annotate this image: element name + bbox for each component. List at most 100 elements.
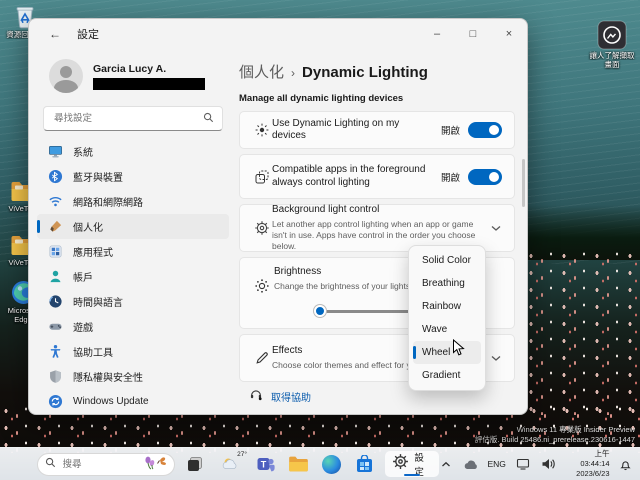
minimize-button[interactable]: – [419,19,455,49]
search-highlight-art [143,454,167,475]
tray-chevron-up-icon[interactable] [439,451,454,478]
sidebar-item-label: Windows Update [73,396,149,407]
update-icon [48,394,63,409]
tray-language[interactable]: ENG [487,459,505,469]
dropdown-item-rainbow[interactable]: Rainbow [413,295,481,318]
clock-icon [48,294,63,309]
sidebar-item-network[interactable]: 網路和網際網路 [37,189,229,214]
sidebar-item-apps[interactable]: 應用程式 [37,239,229,264]
file-explorer-icon[interactable] [287,451,311,478]
sidebar-item-accessibility[interactable]: 協助工具 [37,339,229,364]
gamepad-icon [48,319,63,334]
maximize-button[interactable]: □ [455,19,491,49]
sidebar-item-gaming[interactable]: 遊戲 [37,314,229,339]
dynamic-lighting-toggle[interactable] [468,122,502,138]
desktop-icon-capture[interactable]: 讓人了解擷取 畫面 [586,20,638,70]
sidebar-item-label: 帳戶 [73,269,93,284]
avatar [49,59,83,93]
breadcrumb-parent[interactable]: 個人化 [239,61,284,82]
edge-icon[interactable] [320,451,344,478]
sidebar-item-label: 協助工具 [73,344,113,359]
setting-title: Compatible apps in the foreground always… [272,164,435,189]
toggle-state-label: 開啟 [441,170,460,184]
setting-title: Background light control [272,204,484,217]
slider-thumb[interactable] [314,305,326,317]
sidebar-item-windows-update[interactable]: Windows Update [37,389,229,414]
sidebar-item-bluetooth[interactable]: 藍牙與裝置 [37,164,229,189]
tray-volume-icon[interactable] [539,451,556,478]
compatible-apps-toggle[interactable] [468,169,502,185]
insider-watermark: Windows 11 專業版 Insider Preview 評估版. Buil… [475,425,635,445]
sidebar-item-label: 藍牙與裝置 [73,169,123,184]
watermark-line2: 評估版. Build 25486.ni_prerelease.230616-14… [475,435,635,445]
dropdown-item-label: Breathing [422,278,465,289]
close-button[interactable]: × [491,19,527,49]
tray-display-icon[interactable] [514,451,531,478]
sidebar-item-personalization[interactable]: 個人化 [37,214,229,239]
get-help-link[interactable]: 取得協助 [271,389,311,404]
accessibility-icon [48,344,63,359]
brightness-icon [254,278,272,294]
chevron-down-icon[interactable] [490,353,502,363]
sidebar-item-system[interactable]: 系統 [37,139,229,164]
breadcrumb: 個人化 › Dynamic Lighting [239,61,515,82]
pencil-icon [254,350,272,366]
image-capture-icon [586,20,638,50]
scrollbar[interactable] [522,159,525,207]
desktop-icon-label: 讓人了解擷取 [586,51,638,60]
system-icon [48,144,63,159]
bluetooth-icon [48,169,63,184]
clock-time: 上午 03:44:14 [565,449,610,469]
account-profile[interactable]: Garcia Lucy A. [49,59,225,93]
sidebar-item-label: 時間與語言 [73,294,123,309]
settings-sidebar: Garcia Lucy A. 系統 藍牙與裝置 [29,49,237,415]
sidebar-item-privacy[interactable]: 隱私權與安全性 [37,364,229,389]
tray-clock[interactable]: 上午 03:44:14 2023/6/23 [565,449,610,478]
paintbrush-icon [48,219,63,234]
settings-search-box[interactable] [43,106,223,131]
taskbar-search-box[interactable] [37,453,175,476]
dropdown-item-breathing[interactable]: Breathing [413,272,481,295]
gear-icon [254,220,272,236]
get-help[interactable]: 取得協助 [249,387,311,406]
dropdown-item-wave[interactable]: Wave [413,318,481,341]
taskbar: 27° T 設定 ENG [0,447,640,480]
start-button[interactable] [10,455,28,473]
sidebar-item-label: 應用程式 [73,244,113,259]
weather-temp: 27° [237,451,247,458]
dropdown-item-label: Gradient [422,370,460,381]
sidebar-item-label: 遊戲 [73,319,93,334]
toggle-state-label: 開啟 [441,123,460,137]
headset-icon [249,387,263,406]
watermark-line1: Windows 11 專業版 Insider Preview [475,425,635,435]
effects-dropdown-menu: Solid Color Breathing Rainbow Wave Wheel… [408,245,486,391]
onedrive-cloud-icon[interactable] [462,451,479,478]
sidebar-item-accounts[interactable]: 帳戶 [37,264,229,289]
microsoft-store-icon[interactable] [353,451,377,478]
sidebar-nav: 系統 藍牙與裝置 網路和網際網路 個人化 應用程式 [29,139,237,414]
notification-bell-icon[interactable] [618,451,633,478]
window-controls: – □ × [419,19,527,49]
sidebar-item-time-language[interactable]: 時間與語言 [37,289,229,314]
task-view-button[interactable] [184,451,208,478]
teams-icon[interactable]: T [254,451,278,478]
dropdown-item-gradient[interactable]: Gradient [413,364,481,387]
desktop-icon-label: 畫面 [586,60,638,69]
back-button[interactable]: ← [43,24,67,44]
sidebar-item-label: 系統 [73,144,93,159]
selected-indicator [413,346,416,359]
taskbar-settings-app[interactable]: 設定 [385,451,438,477]
dropdown-item-solid-color[interactable]: Solid Color [413,249,481,272]
settings-app-label: 設定 [414,450,431,478]
redaction-bar [93,78,205,90]
clock-date: 2023/6/23 [565,469,610,479]
dropdown-item-wheel[interactable]: Wheel [413,341,481,364]
dropdown-item-label: Wheel [422,347,450,358]
account-icon [48,269,63,284]
weather-widget[interactable]: 27° [216,451,245,478]
taskbar-search-input[interactable] [61,458,143,471]
chevron-down-icon[interactable] [490,223,502,233]
apps-foreground-icon [254,169,272,185]
dropdown-item-label: Solid Color [422,255,471,266]
settings-search-input[interactable] [52,112,203,125]
